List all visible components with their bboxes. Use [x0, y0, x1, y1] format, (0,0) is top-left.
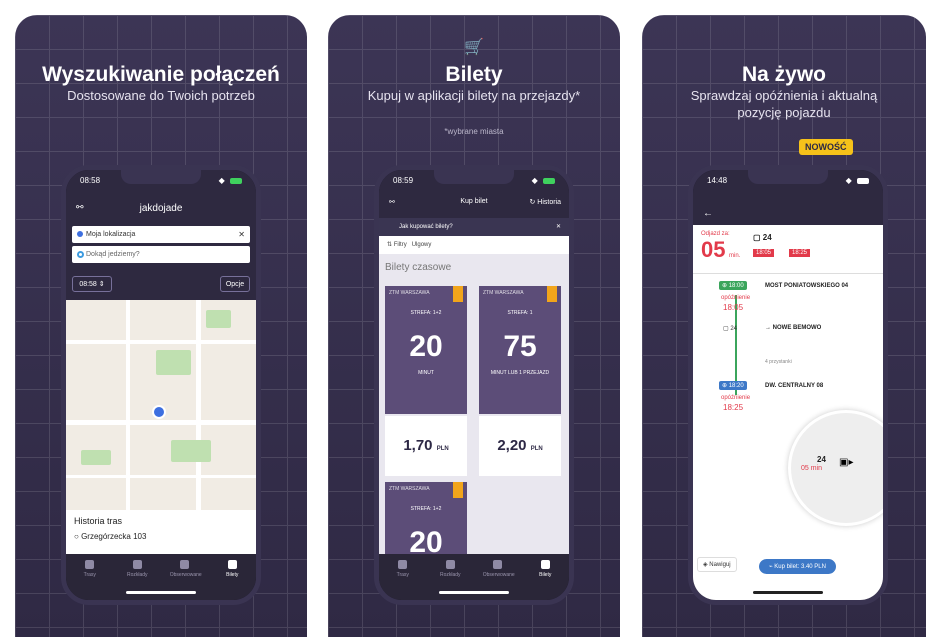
ticket-card[interactable]: ZTM WARSZAWA STREFA: 1+2 20 — [385, 482, 467, 562]
from-text: Moja lokalizacja — [86, 231, 136, 238]
stop-time-badge: ⊕ 18:00 — [719, 281, 747, 290]
map-zoom[interactable]: 24 05 min ▣▸ — [788, 410, 883, 526]
back-icon[interactable]: ← — [703, 208, 713, 219]
card-subtitle: Sprawdzaj opóźnienia i aktualną pozycję … — [690, 88, 878, 120]
card-tickets: 🛒 Bilety Kupuj w aplikacji bilety na prz… — [328, 15, 620, 637]
card-subtitle: Dostosowane do Twoich potrzeb — [67, 88, 255, 103]
stops-count[interactable]: 4 przystanki — [765, 359, 792, 365]
stop-name: DW. CENTRALNY 08 — [765, 383, 824, 389]
filters-row[interactable]: ⇅ Filtry Ulgowy — [379, 236, 569, 254]
ticket-card[interactable]: ZTM WARSZAWA STREFA: 1 75 MINUT LUB 1 PR… — [479, 286, 561, 414]
battery-icon: ◆ — [219, 176, 242, 185]
footnote: *wybrane miasta — [444, 127, 504, 136]
stepper-icon: ⇕ — [98, 281, 105, 288]
stop-name: MOST PONIATOWSKIEGO 04 — [765, 283, 849, 289]
clear-icon[interactable]: ✕ — [238, 230, 245, 239]
live-panel: Odjazd za: 05 min. ▢ 24 18:05 18:25 ⊕ 18… — [693, 225, 883, 600]
from-field[interactable]: Moja lokalizacja ✕ — [72, 226, 250, 243]
history-button[interactable]: ↻ Historia — [529, 198, 561, 206]
status-time: 08:58 — [80, 176, 101, 185]
cart-icon: 🛒 — [464, 39, 484, 56]
card-title: Na żywo — [741, 63, 827, 86]
bus-icon: ▣▸ — [839, 457, 854, 468]
card-title: Wyszukiwanie połączeń — [42, 63, 280, 86]
tab-routes[interactable]: Trasy — [75, 560, 105, 578]
buy-ticket-button[interactable]: ⌁ Kup bilet: 3.40 PLN — [759, 559, 836, 574]
countdown: 05 — [701, 237, 726, 262]
tab-schedules[interactable]: Rozkłady — [435, 560, 465, 578]
tab-watched[interactable]: Obserwowane — [483, 560, 515, 578]
tab-watched[interactable]: Obserwowane — [170, 560, 202, 578]
card-live: Na żywo Sprawdzaj opóźnienia i aktualną … — [642, 15, 926, 637]
tab-schedules[interactable]: Rozkłady — [122, 560, 152, 578]
phone-tickets: 08:59 ◆ ⚯ Kup bilet ↻ Historia Jak kupowa… — [374, 165, 574, 605]
map[interactable] — [66, 300, 256, 510]
phone-search: 08:58 ◆ ⚯ jakdojade Moja lokalizacja ✕ Do… — [61, 165, 261, 605]
time-select[interactable]: 08:58 ⇕ — [72, 276, 112, 292]
tab-tickets[interactable]: Bilety — [217, 560, 247, 578]
to-field[interactable]: Dokąd jedziemy? — [72, 246, 250, 263]
new-badge: NOWOŚĆ — [799, 139, 853, 155]
info-banner[interactable]: Jak kupować bilety? ✕ — [379, 218, 569, 236]
route-line: ▢ 24 — [723, 326, 738, 332]
close-icon[interactable]: ✕ — [556, 218, 561, 236]
card-subtitle: Kupuj w aplikacji bilety na przejazdy* — [367, 88, 581, 103]
app-title: jakdojade — [139, 203, 183, 214]
history-title: Historia tras — [74, 516, 123, 526]
phone-live: 14:48 ◆ ← Odjazd za: 05 min. ▢ 24 18:05 1… — [688, 165, 888, 605]
tab-routes[interactable]: Trasy — [388, 560, 418, 578]
location-marker-icon — [152, 405, 166, 419]
navigate-button[interactable]: ◈ Nawiguj — [697, 557, 737, 572]
card-title: Bilety — [445, 63, 503, 86]
stop-time-badge: ⊕ 18:20 — [719, 381, 747, 390]
header: ⚯ Kup bilet ↻ Historia — [379, 198, 569, 218]
card-search: Wyszukiwanie połączeń Dostosowane do Two… — [15, 15, 307, 637]
options-button[interactable]: Opcje — [220, 276, 250, 292]
tickets-body: ⇅ Filtry Ulgowy Bilety czasowe ZTM WARSZ… — [379, 236, 569, 562]
to-placeholder: Dokąd jedziemy? — [86, 251, 140, 258]
ticket-price[interactable]: 1,70 PLN — [385, 416, 467, 476]
ticket-card[interactable]: ZTM WARSZAWA STREFA: 1+2 20 MINUT — [385, 286, 467, 414]
ticket-price[interactable]: 2,20 PLN — [479, 416, 561, 476]
history-item[interactable]: ○ Grzegórzecka 103 — [74, 532, 248, 541]
tab-tickets[interactable]: Bilety — [530, 560, 560, 578]
history-panel: Historia tras ○ Grzegórzecka 103 — [66, 510, 256, 560]
line-number: ▢ 24 — [753, 233, 772, 242]
section-title: Bilety czasowe — [385, 262, 452, 273]
